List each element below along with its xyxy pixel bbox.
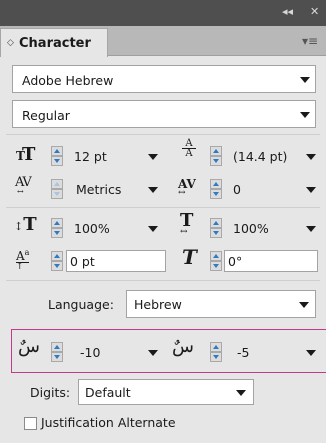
leading-icon: AA [182,139,196,159]
diacritic-y-offset-value[interactable]: -5 [237,345,249,360]
font-family-dropdown[interactable]: Adobe Hebrew [12,65,316,93]
digits-dropdown[interactable]: Default [78,379,254,405]
horizontal-scale-value[interactable]: 100% [233,221,269,236]
vertical-scale-icon: ↕T [14,214,37,235]
digits-value: Default [85,385,131,400]
tab-options-icon[interactable]: ◇ [7,37,14,49]
chevron-down-icon[interactable] [306,187,316,193]
collapse-icon[interactable]: ◂◂ [282,5,293,19]
divider [6,134,320,135]
horizontal-scale-icon: T ↔ [180,210,194,237]
vertical-scale-value[interactable]: 100% [74,221,110,236]
chevron-down-icon [300,77,310,83]
diacritic-y-offset-icon: سٌ [172,336,194,357]
chevron-down-icon[interactable] [148,187,158,193]
language-label: Language: [48,297,114,312]
kerning-icon: AV ↔ [15,175,32,196]
divider [6,207,320,208]
skew-icon: T [182,245,197,269]
baseline-shift-value: 0 pt [70,254,95,269]
justification-alternate-checkbox[interactable] [24,417,37,430]
horizontal-scale-stepper[interactable] [210,218,222,238]
diacritic-x-offset-icon: سٌ [18,336,40,357]
digits-label: Digits: [30,385,71,400]
font-size-stepper[interactable] [51,146,63,166]
font-style-dropdown[interactable]: Regular [12,100,316,128]
close-icon[interactable]: ✕ [310,5,319,19]
baseline-shift-stepper[interactable] [51,251,63,271]
tracking-icon: AV ↔ [178,177,196,198]
chevron-down-icon[interactable] [306,350,316,356]
chevron-down-icon [236,390,246,396]
chevron-down-icon[interactable] [148,350,158,356]
baseline-shift-field[interactable]: 0 pt [66,250,166,272]
tracking-value[interactable]: 0 [233,182,241,197]
baseline-shift-icon: Aa ↑ [16,248,30,272]
vertical-scale-stepper[interactable] [51,218,63,238]
diacritic-x-offset-value[interactable]: -10 [80,345,100,360]
kerning-value[interactable]: Metrics [76,182,121,197]
chevron-down-icon [300,112,310,118]
font-size-value[interactable]: 12 pt [74,149,107,164]
panel-menu-icon[interactable]: ▾≡ [302,35,318,47]
chevron-down-icon[interactable] [148,154,158,160]
justification-alternate-label[interactable]: Justification Alternate [41,415,176,430]
language-value: Hebrew [134,297,182,312]
divider [6,280,320,281]
font-size-icon: TT [16,144,35,165]
diacritic-y-offset-stepper[interactable] [210,342,222,362]
leading-stepper[interactable] [210,146,222,166]
tracking-stepper[interactable] [210,179,222,199]
diacritic-x-offset-stepper[interactable] [51,342,63,362]
font-style-value: Regular [22,108,70,123]
language-dropdown[interactable]: Hebrew [126,290,316,318]
chevron-down-icon[interactable] [306,226,316,232]
leading-value[interactable]: (14.4 pt) [233,149,287,164]
chevron-down-icon [299,302,309,308]
font-family-value: Adobe Hebrew [22,73,114,88]
chevron-down-icon[interactable] [148,226,158,232]
tab-character[interactable]: ◇ Character [0,28,108,57]
skew-field[interactable]: 0° [224,250,318,272]
skew-value: 0° [228,254,243,269]
skew-stepper[interactable] [210,251,222,271]
chevron-down-icon[interactable] [306,154,316,160]
kerning-stepper[interactable] [51,179,63,199]
tab-label: Character [19,36,91,51]
panel-titlebar [0,0,326,26]
